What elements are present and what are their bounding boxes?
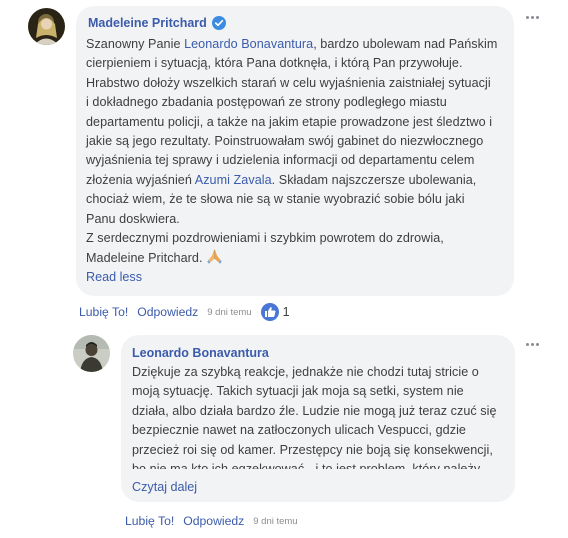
text-line: Panu doskwiera.: [86, 210, 510, 229]
text-segment: i dokładnego zbadania postępowań ze stro…: [86, 95, 447, 110]
text-segment: . Składam najszczersze ubolewania,: [271, 172, 477, 187]
text-line: i dokładnego zbadania postępowań ze stro…: [86, 93, 510, 112]
text-segment: bo nie ma kto ich egzekwować - i to jest…: [132, 462, 480, 469]
read-less-link[interactable]: Read less: [86, 270, 142, 284]
comment-text: Szanowny Panie Leonardo Bonavantura, bar…: [86, 35, 510, 272]
reaction-summary[interactable]: 1: [260, 303, 290, 321]
text-line: Dziękuje za szybką reakcje, jednakże nie…: [132, 363, 512, 382]
like-count: 1: [282, 305, 290, 319]
text-line: przecież roi się od kamer. Przestępcy ni…: [132, 441, 512, 460]
text-segment: , bardzo ubolewam nad Pańskim: [313, 37, 498, 51]
comment-author[interactable]: Leonardo Bonavantura: [132, 346, 269, 360]
text-line: działa, albo działa bardzo źle. Ludzie n…: [132, 402, 512, 421]
text-segment: Z serdecznymi pozdrowieniami i szybkim p…: [86, 231, 444, 246]
text-segment: Panu doskwiera.: [86, 211, 180, 226]
text-segment: chociaż wiem, że te słowa nie są w stani…: [86, 192, 465, 207]
text-segment: bezpiecznie nawet na zatłoczonych ulicac…: [132, 423, 466, 438]
folded-hands-icon: [206, 248, 223, 271]
text-line: departamentu policji, a także na jakim e…: [86, 113, 510, 132]
text-line: wyjaśnienia tej sprawy i udzielenia info…: [86, 151, 510, 170]
comment-timestamp[interactable]: 9 dni temu: [253, 516, 297, 527]
reply-button[interactable]: Odpowiedz: [137, 305, 198, 319]
text-line: chociaż wiem, że te słowa nie są w stani…: [86, 190, 510, 209]
text-line: cierpieniem i sytuacją, która Pana dotkn…: [86, 54, 510, 73]
text-segment: wyjaśnienia tej sprawy i udzielenia info…: [86, 153, 475, 168]
more-options-icon[interactable]: [526, 16, 539, 19]
like-button[interactable]: Lubię To!: [125, 514, 174, 528]
text-segment: Madeleine Pritchard.: [86, 251, 203, 266]
comment-timestamp[interactable]: 9 dni temu: [207, 307, 251, 318]
comment-actions: Lubię To! Odpowiedz 9 dni temu 1: [79, 302, 290, 322]
comment-text: Dziękuje za szybką reakcje, jednakże nie…: [132, 363, 512, 469]
reply-button[interactable]: Odpowiedz: [183, 514, 244, 528]
text-segment: cierpieniem i sytuacją, która Pana dotkn…: [86, 56, 463, 71]
verified-badge-icon: [211, 16, 226, 30]
text-segment: Dziękuje za szybką reakcje, jednakże nie…: [132, 365, 479, 379]
text-segment: złożenia wyjaśnień: [86, 172, 195, 187]
text-segment: departamentu policji, a także na jakim e…: [86, 114, 493, 129]
text-segment: Hrabstwo dołoży wszelkich starań w celu …: [86, 75, 491, 90]
read-more-link[interactable]: Czytaj dalej: [132, 480, 197, 494]
text-segment: Szanowny Panie: [86, 37, 185, 51]
comment-bubble-madeleine: Madeleine Pritchard Szanowny Panie Leona…: [76, 6, 514, 296]
thumbs-up-icon: [260, 303, 279, 321]
text-line: Hrabstwo dołoży wszelkich starań w celu …: [86, 74, 510, 93]
text-line: bo nie ma kto ich egzekwować - i to jest…: [132, 460, 512, 469]
avatar-leonardo[interactable]: [73, 335, 110, 372]
comment-bubble-leonardo: Leonardo Bonavantura Dziękuje za szybką …: [121, 335, 515, 502]
text-segment: moją sytuację. Takich sytuacji jak moja …: [132, 384, 464, 399]
text-line: Szanowny Panie Leonardo Bonavantura, bar…: [86, 35, 510, 54]
mention-link[interactable]: Azumi Zavala: [195, 173, 272, 187]
mention-link[interactable]: Leonardo Bonavantura: [184, 37, 313, 51]
like-button[interactable]: Lubię To!: [79, 305, 128, 319]
comments-section: Madeleine Pritchard Szanowny Panie Leona…: [0, 0, 568, 538]
text-segment: jakie są jego rezultaty. Poinstruowałam …: [86, 134, 484, 149]
text-segment: działa, albo działa bardzo źle. Ludzie n…: [132, 403, 497, 418]
text-line: złożenia wyjaśnień Azumi Zavala. Składam…: [86, 171, 510, 190]
comment-author[interactable]: Madeleine Pritchard: [88, 16, 207, 30]
reply-actions: Lubię To! Odpowiedz 9 dni temu: [125, 511, 298, 531]
text-line: bezpiecznie nawet na zatłoczonych ulicac…: [132, 421, 512, 440]
avatar-madeleine[interactable]: [28, 8, 65, 45]
text-segment: przecież roi się od kamer. Przestępcy ni…: [132, 442, 493, 457]
text-line: moją sytuację. Takich sytuacji jak moja …: [132, 382, 512, 401]
text-line: Madeleine Pritchard.: [86, 248, 510, 271]
text-line: Z serdecznymi pozdrowieniami i szybkim p…: [86, 229, 510, 248]
text-line: jakie są jego rezultaty. Poinstruowałam …: [86, 132, 510, 151]
more-options-icon[interactable]: [526, 343, 539, 346]
